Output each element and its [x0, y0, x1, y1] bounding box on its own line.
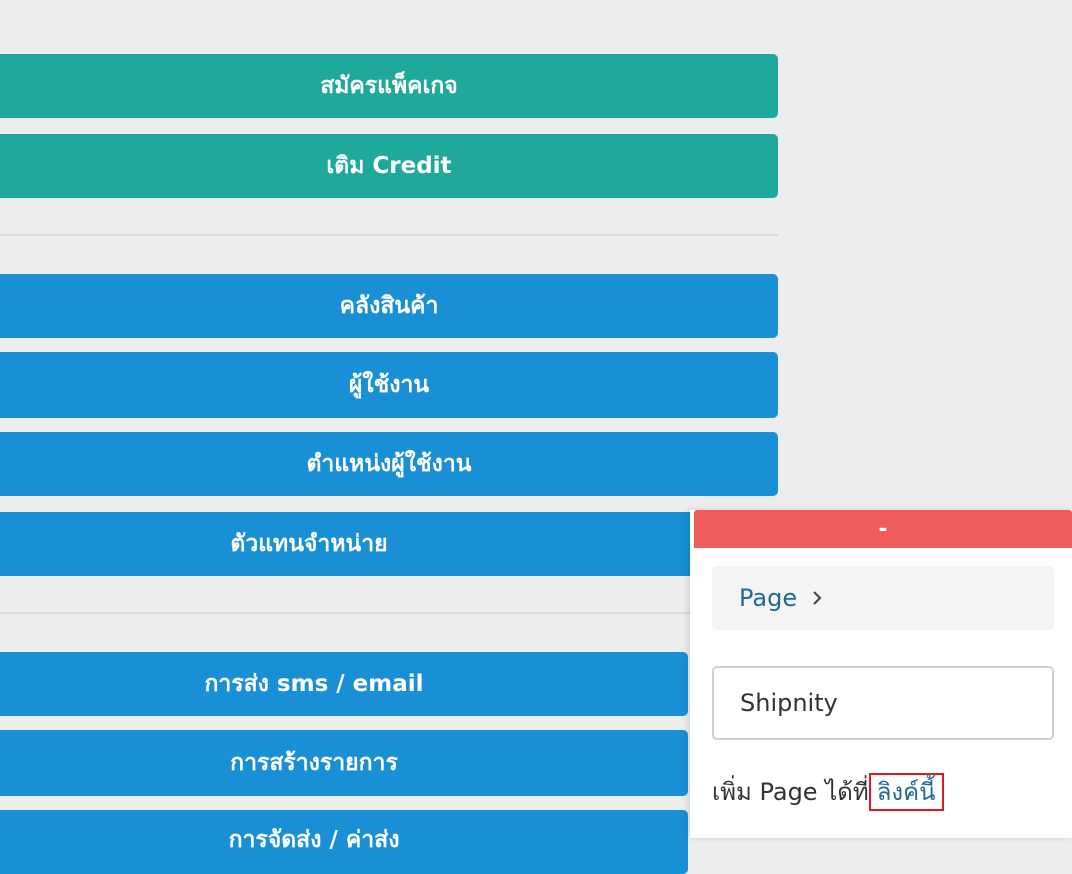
create-order-label: การสร้างรายการ	[230, 750, 398, 776]
facebook-page-panel: - Page เพิ่ม Page ได้ที่ ลิงค์นี้	[690, 510, 1072, 838]
add-page-help-text: เพิ่ม Page ได้ที่	[712, 778, 869, 806]
top-up-credit-label: เติม Credit	[326, 153, 452, 179]
chevron-right-icon	[811, 589, 823, 607]
subscribe-package-button[interactable]: สมัครแพ็คเกจ	[0, 54, 778, 118]
dealers-button[interactable]: ตัวแทนจำหน่าย	[0, 512, 778, 576]
dealers-label: ตัวแทนจำหน่าย	[230, 531, 388, 557]
shipping-label: การจัดส่ง / ค่าส่ง	[228, 827, 400, 853]
subscribe-package-label: สมัครแพ็คเกจ	[320, 73, 458, 99]
users-label: ผู้ใช้งาน	[348, 372, 430, 398]
users-button[interactable]: ผู้ใช้งาน	[0, 352, 778, 418]
top-up-credit-button[interactable]: เติม Credit	[0, 134, 778, 198]
add-page-link[interactable]: ลิงค์นี้	[868, 772, 944, 811]
inventory-button[interactable]: คลังสินค้า	[0, 274, 778, 338]
section-divider	[0, 612, 778, 614]
user-roles-label: ตำแหน่งผู้ใช้งาน	[306, 451, 472, 477]
shipping-button[interactable]: การจัดส่ง / ค่าส่ง	[0, 810, 688, 874]
panel-collapse-button[interactable]: -	[694, 510, 1072, 548]
page-name-input[interactable]	[712, 666, 1054, 740]
inventory-label: คลังสินค้า	[339, 293, 439, 319]
add-page-help: เพิ่ม Page ได้ที่ ลิงค์นี้	[712, 772, 944, 811]
sms-email-button[interactable]: การส่ง sms / email	[0, 652, 688, 716]
page-breadcrumb[interactable]: Page	[712, 566, 1054, 630]
sms-email-label: การส่ง sms / email	[204, 671, 424, 697]
create-order-button[interactable]: การสร้างรายการ	[0, 730, 688, 796]
breadcrumb-label: Page	[739, 584, 798, 612]
section-divider	[0, 234, 778, 236]
user-roles-button[interactable]: ตำแหน่งผู้ใช้งาน	[0, 432, 778, 496]
